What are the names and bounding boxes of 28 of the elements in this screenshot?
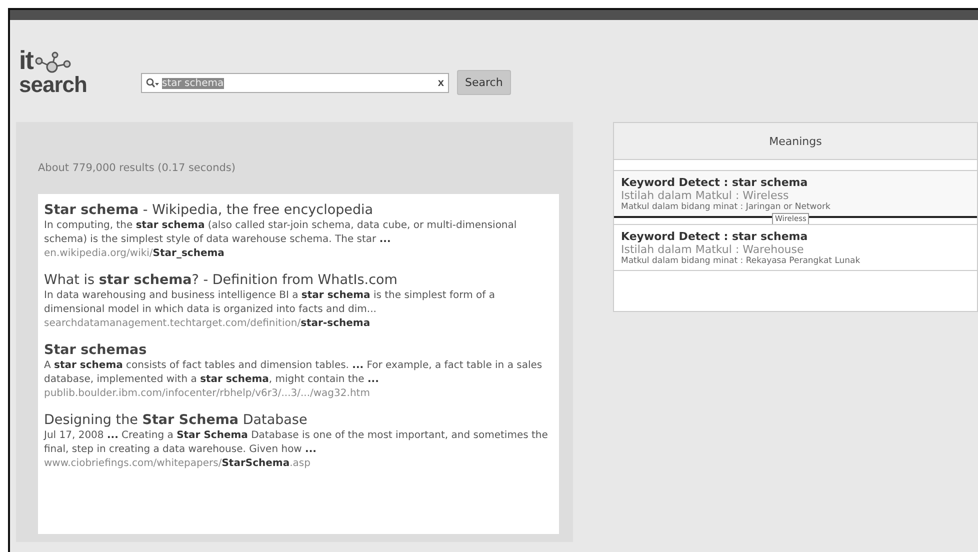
keyword-label: Keyword Detect : star schema bbox=[621, 176, 809, 189]
clear-button[interactable]: x bbox=[438, 77, 444, 89]
result-snippet: A star schema consists of fact tables and dimension tables. ... For example, a fact table in a sales database, implemented with a star schema, might contain the ... bbox=[44, 359, 544, 387]
result-link[interactable]: Star schema - Wikipedia, the free encyclopedia bbox=[44, 202, 553, 219]
search-button[interactable]: Search bbox=[457, 70, 511, 95]
search-icon bbox=[146, 78, 160, 88]
result-url: publib.boulder.ibm.com/infocenter/rbhelp/v6r3/...3/.../wag32.htm bbox=[44, 387, 371, 401]
result-snippet: In data warehousing and business intelligence BI a star schema is the simplest form of a dimensional model in which data is organized into facts and dim... bbox=[44, 289, 496, 317]
result-stats: About 779,000 results (0.17 seconds) bbox=[37, 161, 236, 176]
term-label: Istilah dalam Matkul : Warehouse bbox=[621, 243, 805, 256]
keyword-label: Keyword Detect : star schema bbox=[621, 230, 809, 243]
search-field[interactable]: star schema x bbox=[141, 73, 449, 93]
result-url: www.ciobriefings.com/whitepapers/StarSchema.asp bbox=[44, 457, 312, 471]
result-link[interactable]: What is star schema? - Definition from WhatIs.com bbox=[44, 272, 553, 289]
logo-text: it bbox=[19, 49, 33, 71]
field-label: Matkul dalam bidang minat : Rekayasa Perangkat Lunak bbox=[621, 256, 862, 266]
result-link[interactable]: Designing the Star Schema Database bbox=[44, 412, 553, 429]
search-text: star schema bbox=[162, 78, 224, 88]
term-label: Istilah dalam Matkul : Wireless bbox=[621, 189, 790, 202]
result-url: en.wikipedia.org/wiki/Star_schema bbox=[44, 247, 226, 261]
result-snippet: In computing, the star schema (also called star-join schema, data cube, or multi-dimensional schema) is the simplest style of data warehouse schema. The star ... bbox=[44, 219, 518, 247]
result-link[interactable]: Star schemas bbox=[44, 342, 553, 359]
logo-text: search bbox=[19, 75, 88, 95]
network-icon bbox=[34, 51, 71, 75]
field-label: Matkul dalam bidang minat : Jaringan or Network bbox=[621, 202, 832, 212]
result-url: searchdatamanagement.techtarget.com/definition/star-schema bbox=[44, 317, 372, 331]
result-snippet: Jul 17, 2008 ... Creating a Star Schema Database is one of the most important, and sometimes the final, step in creating a data warehouse. Given how ... bbox=[44, 429, 549, 457]
panel-title: Meanings bbox=[614, 123, 977, 160]
